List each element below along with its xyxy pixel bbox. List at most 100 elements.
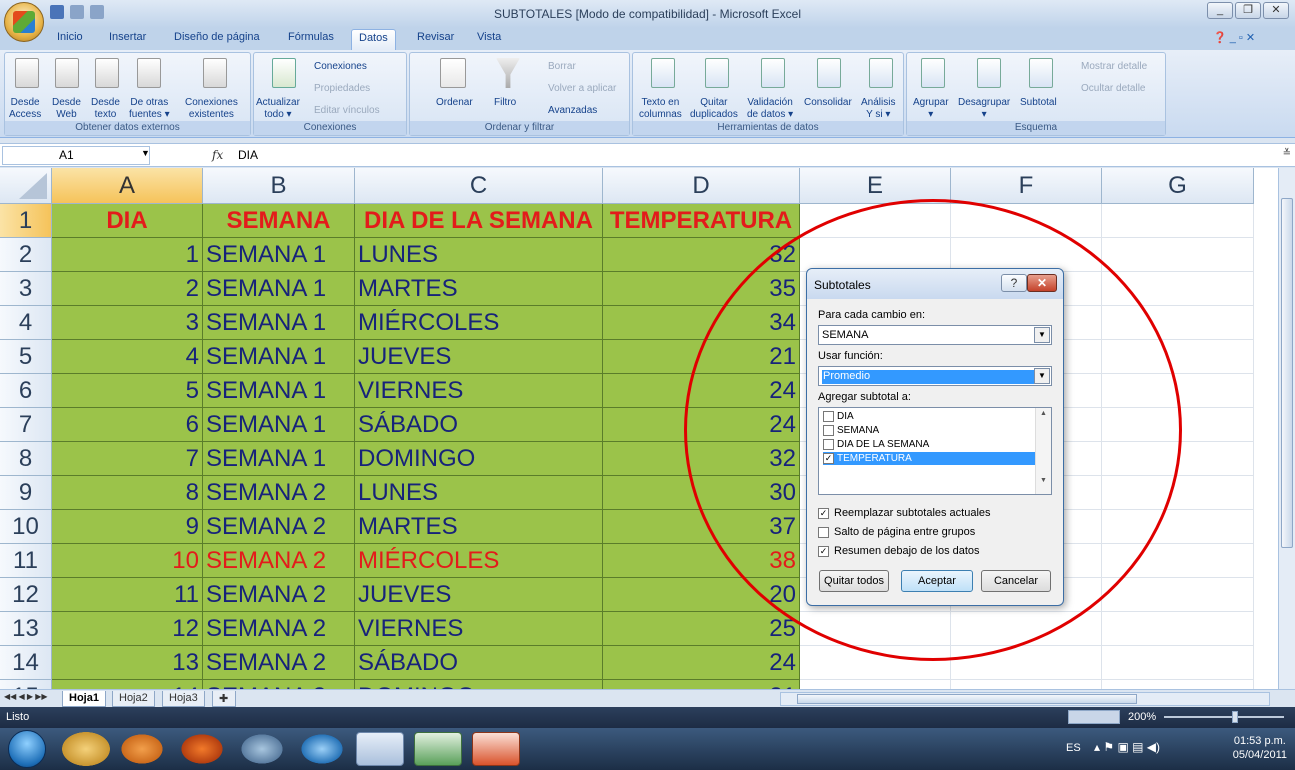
field-dia-semana[interactable]: DIA DE LA SEMANA <box>823 438 1035 451</box>
ocultar-detalle-button[interactable]: Ocultar detalle <box>1081 83 1145 94</box>
header-cell[interactable]: DIA DE LA SEMANA <box>355 204 603 238</box>
language-indicator[interactable]: ES <box>1066 742 1081 754</box>
column-header-b[interactable]: B <box>203 168 355 204</box>
table-cell[interactable] <box>1102 510 1254 544</box>
table-cell[interactable]: VIERNES <box>355 374 603 408</box>
borrar-button[interactable]: Borrar <box>548 61 576 72</box>
table-cell[interactable] <box>1102 680 1254 689</box>
column-header-f[interactable]: F <box>951 168 1102 204</box>
table-cell[interactable] <box>1102 306 1254 340</box>
table-cell[interactable]: SEMANA 1 <box>203 306 355 340</box>
clock[interactable]: 01:53 p.m. 05/04/2011 <box>1233 734 1287 762</box>
table-cell[interactable] <box>800 238 951 272</box>
horizontal-scrollbar[interactable] <box>780 692 1270 706</box>
table-cell[interactable]: MARTES <box>355 510 603 544</box>
table-cell[interactable]: SEMANA 2 <box>203 578 355 612</box>
chevron-down-icon[interactable]: ▼ <box>1034 327 1050 343</box>
table-cell[interactable]: 3 <box>52 306 203 340</box>
media-player-icon[interactable] <box>118 732 166 766</box>
desde-texto-button[interactable]: Desde texto <box>91 97 120 121</box>
table-cell[interactable]: 20 <box>603 578 800 612</box>
help-icon[interactable]: ❓ _ ▫ ✕ <box>1213 31 1255 44</box>
table-cell[interactable]: 1 <box>52 238 203 272</box>
row-header[interactable]: 11 <box>0 544 52 578</box>
row-header[interactable]: 14 <box>0 646 52 680</box>
close-dialog-button[interactable]: ✕ <box>1027 274 1057 292</box>
checkbox[interactable]: ✓ <box>823 453 834 464</box>
app-icon[interactable] <box>238 732 286 766</box>
table-cell[interactable] <box>951 646 1102 680</box>
table-cell[interactable]: DOMINGO <box>355 680 603 689</box>
help-button[interactable]: ? <box>1001 274 1027 292</box>
table-cell[interactable]: 24 <box>603 374 800 408</box>
row-header[interactable]: 12 <box>0 578 52 612</box>
ordenar-button[interactable]: Ordenar <box>436 97 473 109</box>
tab-insertar[interactable]: Insertar <box>109 31 146 43</box>
table-cell[interactable] <box>951 612 1102 646</box>
field-dia[interactable]: DIA <box>823 410 1035 423</box>
checkbox[interactable] <box>823 411 834 422</box>
table-cell[interactable]: SEMANA 1 <box>203 340 355 374</box>
spreadsheet-grid[interactable]: A B C D E F G 1 DIA SEMANA DIA DE LA SEMANA TEMPERA… <box>0 168 1278 689</box>
tab-revisar[interactable]: Revisar <box>417 31 454 43</box>
close-window-button[interactable]: ✕ <box>1263 2 1289 19</box>
sheet-tab-hoja2[interactable]: Hoja2 <box>112 691 155 707</box>
restore-button[interactable]: ❐ <box>1235 2 1261 19</box>
table-cell[interactable]: SEMANA 1 <box>203 442 355 476</box>
checkbox[interactable]: ✓ <box>818 508 829 519</box>
sheet-nav-icons[interactable]: ◀◀ ◀ ▶ ▶▶ <box>4 692 48 701</box>
aceptar-button[interactable]: Aceptar <box>901 570 973 592</box>
table-cell[interactable] <box>1102 544 1254 578</box>
table-cell[interactable] <box>1102 612 1254 646</box>
checkbox[interactable]: ✓ <box>818 546 829 557</box>
table-cell[interactable]: SEMANA 1 <box>203 238 355 272</box>
table-cell[interactable]: SEMANA 2 <box>203 646 355 680</box>
filtro-button[interactable]: Filtro <box>494 97 516 109</box>
zoom-slider-thumb[interactable] <box>1232 711 1238 723</box>
firefox-icon[interactable] <box>178 732 226 766</box>
table-cell[interactable]: 25 <box>603 612 800 646</box>
list-scrollbar[interactable]: ▲ ▼ <box>1035 408 1051 494</box>
quitar-todos-button[interactable]: Quitar todos <box>819 570 889 592</box>
table-cell[interactable]: JUEVES <box>355 578 603 612</box>
header-cell[interactable]: DIA <box>52 204 203 238</box>
mostrar-detalle-button[interactable]: Mostrar detalle <box>1081 61 1147 72</box>
function-icon[interactable]: fx <box>212 148 223 162</box>
excel-taskbar-icon[interactable] <box>414 732 462 766</box>
table-cell[interactable] <box>1102 238 1254 272</box>
header-cell[interactable]: SEMANA <box>203 204 355 238</box>
start-button[interactable] <box>8 730 46 768</box>
volver-aplicar-button[interactable]: Volver a aplicar <box>548 83 616 94</box>
field-temperatura[interactable]: ✓ TEMPERATURA <box>823 452 1035 465</box>
table-cell[interactable]: 9 <box>52 510 203 544</box>
checkbox[interactable] <box>823 439 834 450</box>
table-cell[interactable] <box>951 680 1102 689</box>
row-header[interactable]: 2 <box>0 238 52 272</box>
row-header[interactable]: 1 <box>0 204 52 238</box>
table-cell[interactable]: 4 <box>52 340 203 374</box>
table-cell[interactable]: SEMANA 1 <box>203 374 355 408</box>
table-cell[interactable]: SEMANA 2 <box>203 476 355 510</box>
table-cell[interactable]: 21 <box>603 340 800 374</box>
tab-vista[interactable]: Vista <box>477 31 501 43</box>
desde-web-button[interactable]: Desde Web <box>52 97 81 121</box>
table-cell[interactable]: 37 <box>603 510 800 544</box>
otras-fuentes-button[interactable]: De otras fuentes ▾ <box>129 97 170 121</box>
table-cell[interactable]: 6 <box>52 408 203 442</box>
table-cell[interactable]: 11 <box>52 578 203 612</box>
row-header[interactable]: 4 <box>0 306 52 340</box>
validacion-button[interactable]: Validación de datos ▾ <box>747 97 793 121</box>
change-field-select[interactable]: SEMANA ▼ <box>818 325 1052 345</box>
table-cell[interactable]: SEMANA 2 <box>203 544 355 578</box>
table-cell[interactable]: SEMANA 2 <box>203 510 355 544</box>
table-cell[interactable]: SÁBADO <box>355 646 603 680</box>
column-header-g[interactable]: G <box>1102 168 1254 204</box>
table-cell[interactable] <box>800 612 951 646</box>
sheet-tab-hoja3[interactable]: Hoja3 <box>162 691 205 707</box>
column-header-e[interactable]: E <box>800 168 951 204</box>
table-cell[interactable]: 32 <box>603 442 800 476</box>
tab-inicio[interactable]: Inicio <box>57 31 83 43</box>
tray-icons[interactable]: ▴ ⚑ ▣ ▤ ◀) <box>1094 740 1160 754</box>
chevron-down-icon[interactable]: ▼ <box>141 148 150 158</box>
vertical-scrollbar[interactable] <box>1278 168 1295 689</box>
